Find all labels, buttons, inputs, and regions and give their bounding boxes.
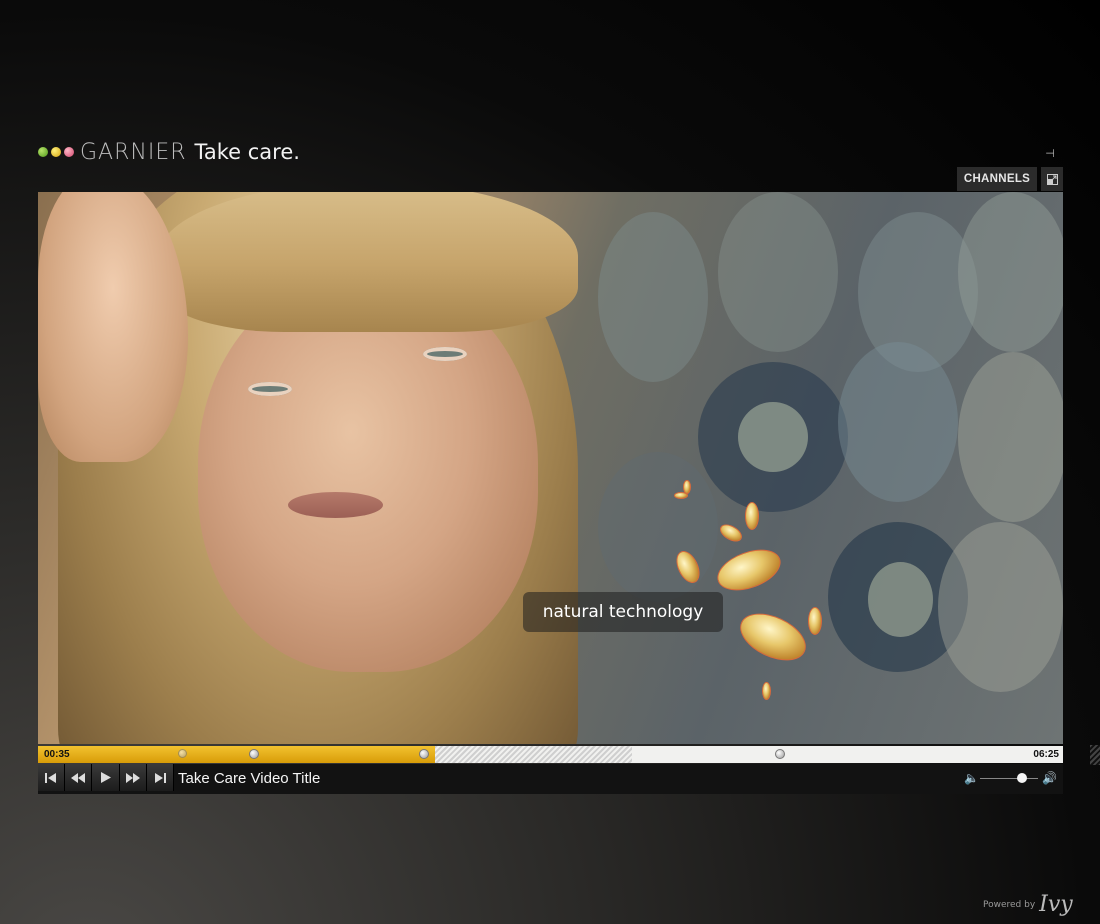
background-pattern — [598, 212, 708, 382]
powered-by: Powered by Ivy — [983, 892, 1073, 917]
ivy-logo: Ivy — [1039, 892, 1073, 917]
lips — [288, 492, 383, 518]
fast-forward-button[interactable] — [120, 764, 147, 791]
chapter-marker[interactable] — [419, 749, 429, 759]
oil-capsule — [717, 520, 745, 546]
background-pattern — [598, 452, 718, 602]
oil-capsule — [808, 607, 822, 635]
powered-by-label: Powered by — [983, 899, 1036, 910]
fast-forward-icon — [126, 772, 140, 783]
face — [198, 272, 538, 672]
oil-capsule — [762, 682, 771, 700]
background-pattern — [958, 192, 1063, 352]
expand-icon — [1046, 173, 1058, 185]
current-time: 00:35 — [44, 749, 70, 760]
volume-low-icon[interactable]: 🔈 — [964, 771, 979, 785]
background-pattern — [938, 522, 1063, 692]
oil-capsule — [674, 492, 688, 499]
volume-high-icon[interactable]: 🔊 — [1042, 771, 1057, 785]
channels-button[interactable]: CHANNELS — [957, 167, 1037, 191]
brand-tagline: Take care. — [194, 140, 300, 164]
rewind-icon — [71, 772, 85, 783]
background-pattern — [868, 562, 933, 637]
total-time: 06:25 — [1033, 749, 1059, 760]
background-pattern — [838, 342, 958, 502]
chapter-marker[interactable] — [775, 749, 785, 759]
chapter-marker[interactable] — [249, 749, 259, 759]
play-button[interactable] — [92, 764, 120, 791]
skip-forward-button[interactable] — [147, 764, 174, 791]
video-caption: natural technology — [523, 592, 723, 632]
skip-back-icon — [45, 772, 56, 783]
right-eye — [423, 347, 467, 361]
background-pattern — [718, 192, 838, 352]
garnier-logo: GARNIER Take care. — [38, 138, 300, 166]
oil-capsule — [745, 502, 759, 530]
pink-dot-icon — [64, 147, 74, 157]
skip-back-button[interactable] — [38, 764, 65, 791]
pin-button[interactable]: ⊣ — [1040, 146, 1060, 162]
background-pattern — [738, 402, 808, 472]
hand — [38, 192, 188, 462]
brand-name: GARNIER — [80, 139, 187, 165]
volume-knob[interactable] — [1016, 773, 1027, 783]
chapter-marker[interactable] — [178, 749, 187, 758]
seek-bar[interactable]: 00:35 06:25 — [38, 746, 1063, 763]
left-eye — [248, 382, 292, 396]
rewind-button[interactable] — [65, 764, 92, 791]
expand-button[interactable] — [1041, 167, 1063, 191]
video-frame[interactable]: natural technology — [38, 192, 1063, 744]
background-pattern — [958, 352, 1063, 522]
headband — [158, 192, 578, 332]
oil-capsule — [732, 604, 814, 670]
play-icon — [100, 772, 111, 783]
volume-slider[interactable] — [980, 778, 1038, 779]
played-progress — [38, 746, 435, 763]
oil-capsule — [711, 541, 787, 599]
video-title: Take Care Video Title — [178, 770, 321, 787]
green-dot-icon — [38, 147, 48, 157]
skip-forward-icon — [155, 772, 166, 783]
yellow-dot-icon — [51, 147, 61, 157]
edge-handle — [1090, 745, 1100, 765]
pin-icon: ⊣ — [1045, 148, 1055, 160]
player-controls: Take Care Video Title 🔈 🔊 — [38, 764, 1063, 794]
buffered-progress — [434, 746, 633, 763]
